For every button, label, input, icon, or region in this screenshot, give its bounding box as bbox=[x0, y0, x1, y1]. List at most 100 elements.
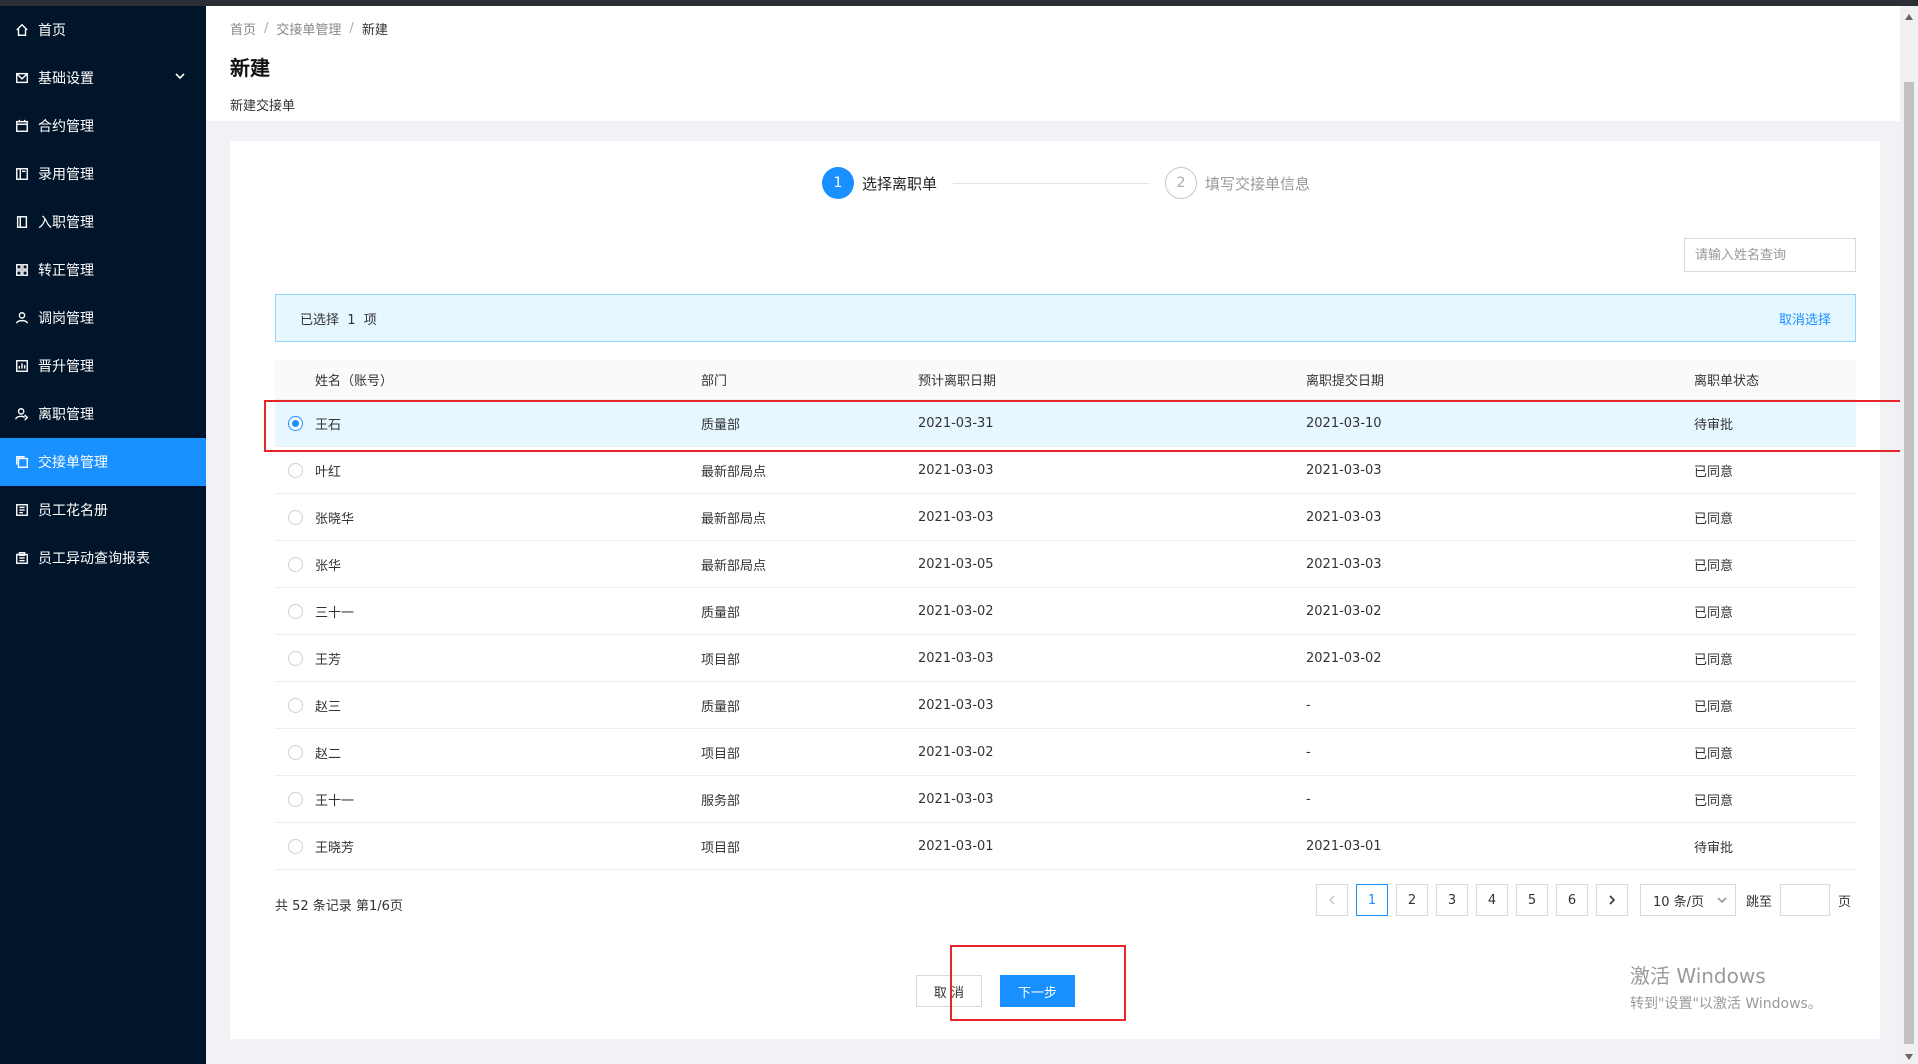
table-row[interactable]: 赵二 项目部 2021-03-02 - 已同意 bbox=[275, 729, 1856, 776]
sidebar-item-label: 调岗管理 bbox=[38, 311, 94, 327]
row-radio[interactable] bbox=[287, 650, 303, 666]
dept-cell: 最新部局点 bbox=[701, 558, 767, 574]
jump-page-input[interactable] bbox=[1780, 884, 1831, 916]
sidebar-item-label: 首页 bbox=[38, 23, 66, 39]
sidebar-item[interactable]: 晋升管理 bbox=[0, 342, 206, 390]
submit-date-cell: 2021-03-01 bbox=[1306, 838, 1382, 854]
status-cell: 已同意 bbox=[1694, 652, 1734, 668]
breadcrumb-home[interactable]: 首页 bbox=[230, 19, 256, 38]
bookmark-icon bbox=[14, 214, 30, 230]
cancel-button[interactable]: 取 消 bbox=[916, 975, 982, 1007]
page-number-button[interactable]: 4 bbox=[1476, 884, 1508, 916]
mail-icon bbox=[14, 70, 30, 86]
status-cell: 已同意 bbox=[1694, 558, 1734, 574]
table-row[interactable]: 王十一 服务部 2021-03-03 - 已同意 bbox=[275, 776, 1856, 823]
submit-date-cell: - bbox=[1306, 744, 1311, 760]
steps: 1 选择离职单 2 填写交接单信息 bbox=[822, 166, 1322, 200]
page-scrollbar[interactable] bbox=[1900, 6, 1918, 1064]
row-radio[interactable] bbox=[287, 462, 303, 478]
row-radio[interactable] bbox=[287, 838, 303, 854]
sidebar-item[interactable]: 员工花名册 bbox=[0, 486, 206, 534]
page-title: 新建 bbox=[230, 56, 270, 80]
name-cell: 王石 bbox=[315, 417, 342, 433]
sidebar-item[interactable]: 入职管理 bbox=[0, 198, 206, 246]
row-radio[interactable] bbox=[287, 556, 303, 572]
table-header: 姓名（账号） 部门 预计离职日期 离职提交日期 离职单状态 bbox=[275, 360, 1856, 400]
dept-cell: 质量部 bbox=[701, 699, 741, 715]
next-step-button[interactable]: 下一步 bbox=[1000, 975, 1075, 1007]
name-cell: 张华 bbox=[315, 558, 342, 574]
page-size-select[interactable]: 10 条/页 bbox=[1640, 884, 1736, 916]
name-search-input[interactable] bbox=[1684, 238, 1856, 272]
submit-date-cell: 2021-03-03 bbox=[1306, 509, 1382, 525]
jump-label: 跳至 bbox=[1746, 894, 1773, 910]
row-radio-cell bbox=[275, 415, 315, 431]
row-radio-cell bbox=[275, 603, 315, 619]
row-radio-cell bbox=[275, 697, 315, 713]
page-suffix: 页 bbox=[1838, 894, 1852, 910]
row-radio[interactable] bbox=[287, 509, 303, 525]
row-radio[interactable] bbox=[287, 697, 303, 713]
expected-date-cell: 2021-03-01 bbox=[918, 838, 994, 854]
table-row[interactable]: 张晓华 最新部局点 2021-03-03 2021-03-03 已同意 bbox=[275, 494, 1856, 541]
table-row[interactable]: 王芳 项目部 2021-03-03 2021-03-02 已同意 bbox=[275, 635, 1856, 682]
sidebar-item[interactable]: 转正管理 bbox=[0, 246, 206, 294]
sidebar-item-label: 基础设置 bbox=[38, 71, 94, 87]
row-radio-cell bbox=[275, 556, 315, 572]
row-radio[interactable] bbox=[287, 744, 303, 760]
expected-date-cell: 2021-03-02 bbox=[918, 603, 994, 619]
table-row[interactable]: 赵三 质量部 2021-03-03 - 已同意 bbox=[275, 682, 1856, 729]
table-row[interactable]: 叶红 最新部局点 2021-03-03 2021-03-03 已同意 bbox=[275, 447, 1856, 494]
sidebar-item-label: 晋升管理 bbox=[38, 359, 94, 375]
prev-page-button[interactable] bbox=[1316, 884, 1348, 916]
sidebar-item[interactable]: 基础设置 bbox=[0, 54, 206, 102]
page-number-button[interactable]: 3 bbox=[1436, 884, 1468, 916]
breadcrumb-current: 新建 bbox=[361, 23, 388, 38]
page-numbers: 123456 bbox=[1356, 884, 1588, 916]
next-page-button[interactable] bbox=[1596, 884, 1628, 916]
sidebar-item[interactable]: 调岗管理 bbox=[0, 294, 206, 342]
submit-date-cell: 2021-03-02 bbox=[1306, 650, 1382, 666]
submit-date-cell: 2021-03-02 bbox=[1306, 603, 1382, 619]
chart-icon bbox=[14, 358, 30, 374]
scroll-down-icon[interactable] bbox=[1904, 1050, 1914, 1060]
page-description: 新建交接单 bbox=[230, 99, 296, 114]
sidebar-item[interactable]: 交接单管理 bbox=[0, 438, 206, 486]
sidebar-item[interactable]: 录用管理 bbox=[0, 150, 206, 198]
table-row[interactable]: 三十一 质量部 2021-03-02 2021-03-02 已同意 bbox=[275, 588, 1856, 635]
breadcrumb-section[interactable]: 交接单管理 bbox=[276, 19, 341, 38]
page-header: 首页 / 交接单管理 / 新建 新建 新建交接单 bbox=[206, 6, 1900, 121]
sidebar-item-label: 录用管理 bbox=[38, 167, 94, 183]
sidebar-item[interactable]: 员工异动查询报表 bbox=[0, 534, 206, 582]
scroll-up-icon[interactable] bbox=[1904, 10, 1914, 20]
page-number-button[interactable]: 5 bbox=[1516, 884, 1548, 916]
table-row[interactable]: 王晓芳 项目部 2021-03-01 2021-03-01 待审批 bbox=[275, 823, 1856, 870]
calendar-icon bbox=[14, 118, 30, 134]
row-radio[interactable] bbox=[287, 791, 303, 807]
page-number-button[interactable]: 2 bbox=[1396, 884, 1428, 916]
row-radio[interactable] bbox=[287, 415, 303, 431]
name-cell: 张晓华 bbox=[315, 511, 355, 527]
table-row[interactable]: 张华 最新部局点 2021-03-05 2021-03-03 已同意 bbox=[275, 541, 1856, 588]
row-radio[interactable] bbox=[287, 603, 303, 619]
chevron-left-icon bbox=[1328, 895, 1335, 905]
expected-date-cell: 2021-03-31 bbox=[918, 415, 994, 431]
name-cell: 叶红 bbox=[315, 464, 342, 480]
watermark-line-1: 激活 Windows bbox=[1630, 964, 1766, 988]
scrollbar-thumb[interactable] bbox=[1904, 82, 1914, 1044]
sidebar-item[interactable]: 首页 bbox=[0, 6, 206, 54]
row-radio-cell bbox=[275, 509, 315, 525]
clear-selection-link[interactable]: 取消选择 bbox=[1779, 309, 1831, 328]
expected-date-cell: 2021-03-02 bbox=[918, 744, 994, 760]
page-number-button[interactable]: 6 bbox=[1556, 884, 1588, 916]
windows-activation-watermark: 激活 Windows 转到"设置"以激活 Windows。 bbox=[1630, 960, 1822, 1013]
sidebar-item[interactable]: 离职管理 bbox=[0, 390, 206, 438]
sidebar-item[interactable]: 合约管理 bbox=[0, 102, 206, 150]
row-radio-cell bbox=[275, 462, 315, 478]
page-number-button[interactable]: 1 bbox=[1356, 884, 1388, 916]
expected-date-cell: 2021-03-05 bbox=[918, 556, 994, 572]
table-row[interactable]: 王石 质量部 2021-03-31 2021-03-10 待审批 bbox=[275, 400, 1856, 447]
pagination: 123456 10 条/页 跳至 页 bbox=[1316, 884, 1851, 916]
page-size-value: 10 条/页 bbox=[1653, 894, 1705, 910]
sidebar-item-label: 转正管理 bbox=[38, 263, 94, 279]
